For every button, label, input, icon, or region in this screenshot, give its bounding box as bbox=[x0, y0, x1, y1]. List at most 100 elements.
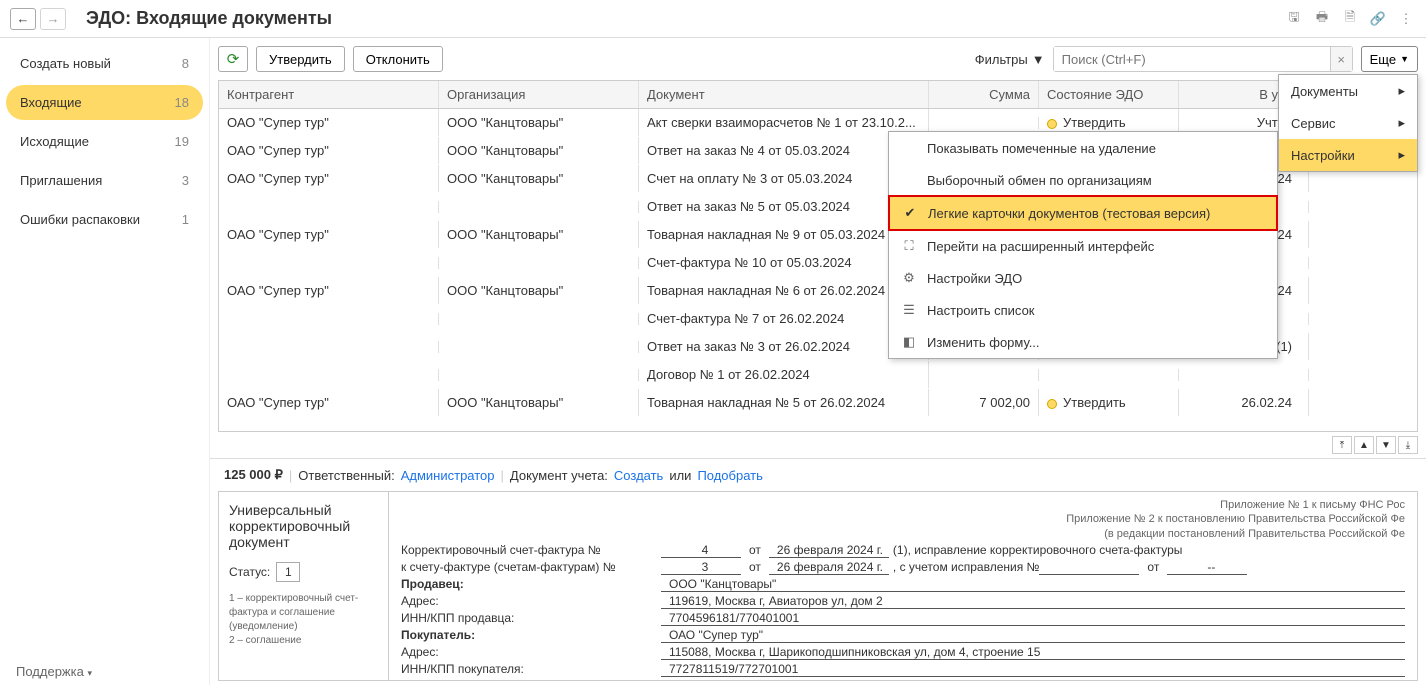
sidebar-create-new[interactable]: Создать новый 8 bbox=[6, 46, 203, 81]
submenu-configure-list[interactable]: ☰ Настроить список bbox=[889, 294, 1277, 326]
cell-document: Договор № 1 от 26.02.2024 bbox=[639, 361, 929, 388]
menu-service[interactable]: Сервис ▸ bbox=[1279, 107, 1417, 139]
preview-right-note-1: Приложение № 1 к письму ФНС Рос bbox=[401, 498, 1405, 512]
cell-organization bbox=[439, 369, 639, 381]
cell-document: Акт сверки взаиморасчетов № 1 от 23.10.2… bbox=[639, 109, 929, 136]
preview-icon[interactable]: 🗎 bbox=[1340, 9, 1360, 29]
cell-document: Ответ на заказ № 3 от 26.02.2024 bbox=[639, 333, 929, 360]
reject-button[interactable]: Отклонить bbox=[353, 46, 443, 72]
cell-accounting: 26.02.24 bbox=[1179, 389, 1309, 416]
nav-forward-button[interactable]: → bbox=[40, 8, 66, 30]
sidebar-item-inbox[interactable]: Входящие 18 bbox=[6, 85, 203, 120]
responsible-label: Ответственный: bbox=[298, 468, 394, 483]
seller-value: ООО "Канцтовары" bbox=[661, 577, 1405, 592]
status-dot-icon bbox=[1047, 119, 1057, 129]
cell-document: Счет-фактура № 10 от 05.03.2024 bbox=[639, 249, 929, 276]
submenu-selective-exchange[interactable]: Выборочный обмен по организациям bbox=[889, 164, 1277, 196]
link-icon[interactable]: 🔗 bbox=[1368, 9, 1388, 29]
col-sum[interactable]: Сумма bbox=[929, 81, 1039, 108]
r2-dash: -- bbox=[1167, 560, 1247, 575]
settings-submenu: Показывать помеченные на удаление Выборо… bbox=[888, 131, 1278, 359]
more-label: Еще bbox=[1370, 52, 1396, 67]
save-icon[interactable]: 🖫 bbox=[1284, 9, 1304, 29]
doc-account-label: Документ учета: bbox=[510, 468, 608, 483]
cell-document: Счет-фактура № 7 от 26.02.2024 bbox=[639, 305, 929, 332]
nav-back-button[interactable]: ← bbox=[10, 8, 36, 30]
expand-icon: ⛶ bbox=[901, 238, 917, 254]
sidebar-item-invitations[interactable]: Приглашения 3 bbox=[6, 163, 203, 198]
submenu-edo-settings[interactable]: ⚙ Настройки ЭДО bbox=[889, 262, 1277, 294]
support-link[interactable]: Поддержка ▾ bbox=[16, 664, 92, 679]
print-icon[interactable]: 🖶 bbox=[1312, 9, 1332, 29]
sidebar-item-errors[interactable]: Ошибки распаковки 1 bbox=[6, 202, 203, 237]
menu-documents[interactable]: Документы ▸ bbox=[1279, 75, 1417, 107]
sidebar-item-count: 19 bbox=[175, 134, 189, 149]
col-organization[interactable]: Организация bbox=[439, 81, 639, 108]
filters-toggle[interactable]: Фильтры ▼ bbox=[975, 52, 1045, 67]
amount-value: 125 000 ₽ bbox=[224, 467, 283, 483]
cell-counterparty: ОАО "Супер тур" bbox=[219, 137, 439, 164]
preview-note-2: 2 – соглашение bbox=[229, 634, 378, 648]
submenu-light-cards[interactable]: ✔ Легкие карточки документов (тестовая в… bbox=[888, 195, 1278, 231]
scroll-up-button[interactable]: ▲ bbox=[1354, 436, 1374, 454]
support-label: Поддержка bbox=[16, 664, 84, 679]
submenu-show-marked[interactable]: Показывать помеченные на удаление bbox=[889, 132, 1277, 164]
menu-settings-label: Настройки bbox=[1291, 148, 1355, 163]
page-title: ЭДО: Входящие документы bbox=[86, 8, 1284, 29]
kebab-icon[interactable]: ⋮ bbox=[1396, 9, 1416, 29]
scroll-down-button[interactable]: ▼ bbox=[1376, 436, 1396, 454]
sidebar-item-outbox[interactable]: Исходящие 19 bbox=[6, 124, 203, 159]
more-button[interactable]: Еще ▼ bbox=[1361, 46, 1418, 72]
cell-organization: ООО "Канцтовары" bbox=[439, 277, 639, 304]
cell-counterparty: ОАО "Супер тур" bbox=[219, 221, 439, 248]
scroll-top-button[interactable]: ⤒ bbox=[1332, 436, 1352, 454]
submenu-full-ui[interactable]: ⛶ Перейти на расширенный интерфейс bbox=[889, 230, 1277, 262]
cell-document: Ответ на заказ № 4 от 05.03.2024 bbox=[639, 137, 929, 164]
r1-label: Корректировочный счет-фактура № bbox=[401, 543, 661, 558]
sidebar-item-count: 18 bbox=[175, 95, 189, 110]
table-row[interactable]: Договор № 1 от 26.02.2024 bbox=[219, 361, 1417, 389]
create-link[interactable]: Создать bbox=[614, 468, 663, 483]
col-state[interactable]: Состояние ЭДО bbox=[1039, 81, 1179, 108]
approve-button[interactable]: Утвердить bbox=[256, 46, 345, 72]
buyer-value: ОАО "Супер тур" bbox=[661, 628, 1405, 643]
submenu-change-form[interactable]: ◧ Изменить форму... bbox=[889, 326, 1277, 358]
cell-organization: ООО "Канцтовары" bbox=[439, 109, 639, 136]
cell-counterparty: ОАО "Супер тур" bbox=[219, 277, 439, 304]
cell-organization bbox=[439, 201, 639, 213]
scroll-bottom-button[interactable]: ⤓ bbox=[1398, 436, 1418, 454]
list-icon: ☰ bbox=[901, 302, 917, 318]
cell-sum bbox=[929, 369, 1039, 381]
preview-right-note-2: Приложение № 2 к постановлению Правитель… bbox=[401, 512, 1405, 526]
cell-counterparty bbox=[219, 341, 439, 353]
sidebar-item-count: 3 bbox=[182, 173, 189, 188]
search-input[interactable] bbox=[1054, 47, 1330, 71]
refresh-button[interactable]: ⟳ bbox=[218, 46, 248, 72]
r2-num: 3 bbox=[661, 560, 741, 575]
cell-document: Ответ на заказ № 5 от 05.03.2024 bbox=[639, 193, 929, 220]
pick-link[interactable]: Подобрать bbox=[697, 468, 762, 483]
menu-settings[interactable]: Настройки ▸ bbox=[1279, 139, 1417, 171]
search-box: × bbox=[1053, 46, 1353, 72]
seller-addr: 119619, Москва г, Авиаторов ул, дом 2 bbox=[661, 594, 1405, 609]
filters-label: Фильтры bbox=[975, 52, 1028, 67]
cell-document: Товарная накладная № 5 от 26.02.2024 bbox=[639, 389, 929, 416]
submenu-label: Показывать помеченные на удаление bbox=[927, 141, 1156, 156]
cell-state bbox=[1039, 369, 1179, 381]
gear-icon: ⚙ bbox=[901, 270, 917, 286]
preview-note-1: 1 – корректировочный счет-фактура и согл… bbox=[229, 592, 378, 634]
seller-inn: 7704596181/770401001 bbox=[661, 611, 1405, 626]
or-text: или bbox=[669, 468, 691, 483]
col-document[interactable]: Документ bbox=[639, 81, 929, 108]
col-counterparty[interactable]: Контрагент bbox=[219, 81, 439, 108]
addr-label: Адрес: bbox=[401, 645, 661, 660]
search-clear-button[interactable]: × bbox=[1330, 47, 1352, 71]
cell-counterparty: ОАО "Супер тур" bbox=[219, 109, 439, 136]
preview-status-label: Статус: bbox=[229, 565, 270, 579]
table-row[interactable]: ОАО "Супер тур"ООО "Канцтовары"Товарная … bbox=[219, 389, 1417, 417]
chevron-right-icon: ▸ bbox=[1398, 115, 1405, 131]
responsible-link[interactable]: Администратор bbox=[401, 468, 495, 483]
cell-document: Товарная накладная № 6 от 26.02.2024 bbox=[639, 277, 929, 304]
cell-state: Утвердить bbox=[1039, 389, 1179, 416]
seller-label: Продавец: bbox=[401, 577, 661, 592]
